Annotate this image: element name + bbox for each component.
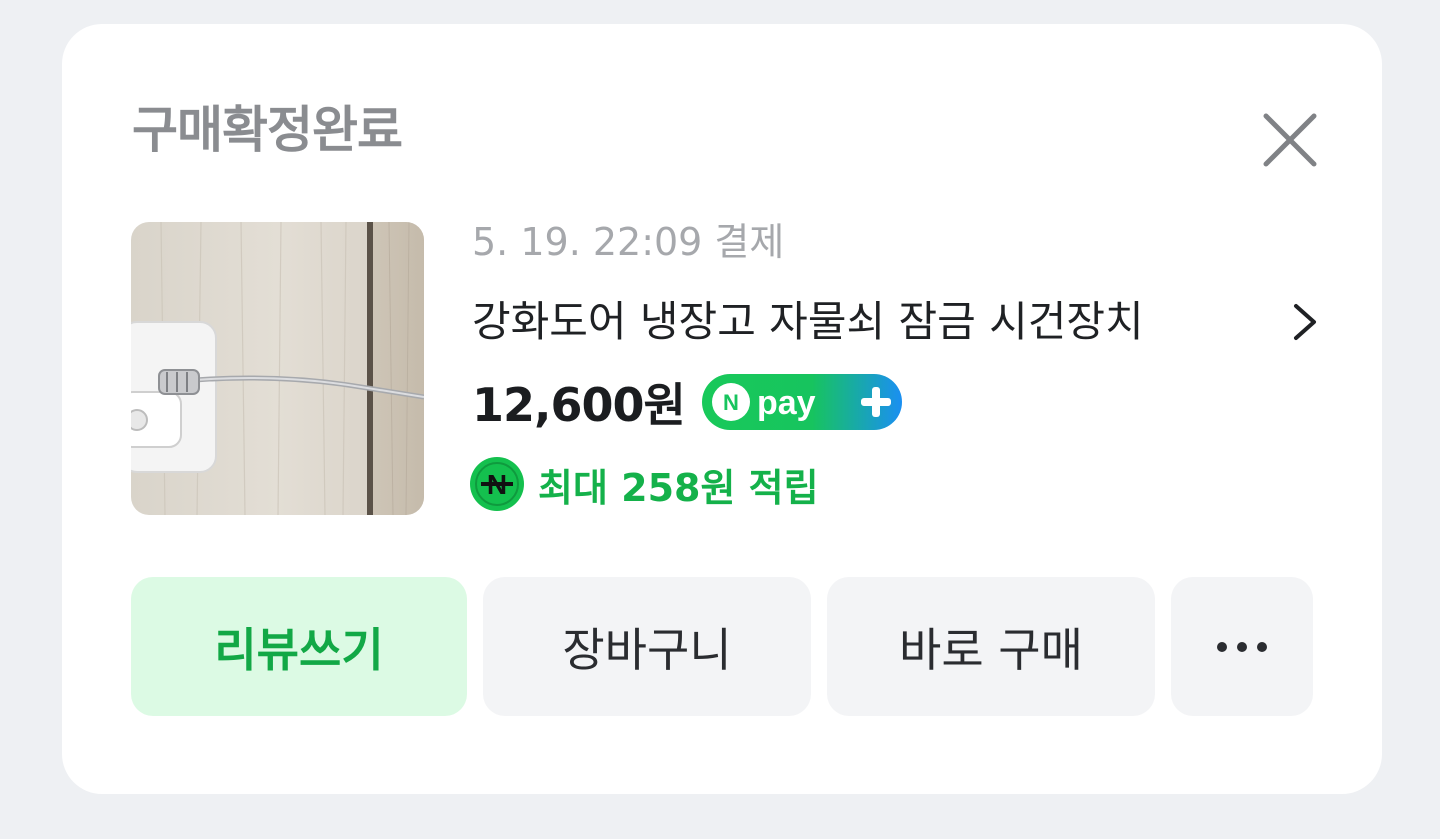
product-price: 12,600원 bbox=[472, 378, 686, 432]
card-title: 구매확정완료 bbox=[132, 101, 403, 159]
close-button[interactable] bbox=[1250, 100, 1330, 180]
naver-points-icon: N bbox=[470, 457, 524, 511]
product-link[interactable]: 강화도어 냉장고 자물쇠 잠금 시건장치 bbox=[472, 290, 1332, 354]
product-thumbnail[interactable] bbox=[131, 222, 424, 515]
order-meta: 5. 19. 22:09 결제 bbox=[472, 220, 785, 264]
price-row: 12,600원 N pay bbox=[472, 370, 903, 434]
points-text: 최대 258원 적립 bbox=[538, 465, 819, 510]
product-name: 강화도어 냉장고 자물쇠 잠금 시건장치 bbox=[472, 297, 1144, 346]
more-button[interactable] bbox=[1171, 577, 1313, 716]
buy-now-button[interactable]: 바로 구매 bbox=[827, 577, 1155, 716]
svg-text:N: N bbox=[723, 390, 739, 415]
purchase-confirmed-card: 구매확정완료 5. 19. 22:09 결제 강화도어 냉장고 자물쇠 잠금 시… bbox=[62, 24, 1382, 794]
add-to-cart-button[interactable]: 장바구니 bbox=[483, 577, 811, 716]
close-icon bbox=[1263, 113, 1317, 167]
write-review-button[interactable]: 리뷰쓰기 bbox=[131, 577, 467, 716]
points-row: N 최대 258원 적립 bbox=[468, 454, 819, 514]
chevron-right-icon bbox=[1294, 304, 1316, 340]
svg-text:pay: pay bbox=[757, 384, 816, 422]
more-horizontal-icon bbox=[1217, 641, 1267, 652]
product-image bbox=[131, 222, 424, 515]
npay-plus-badge: N pay bbox=[701, 374, 902, 430]
